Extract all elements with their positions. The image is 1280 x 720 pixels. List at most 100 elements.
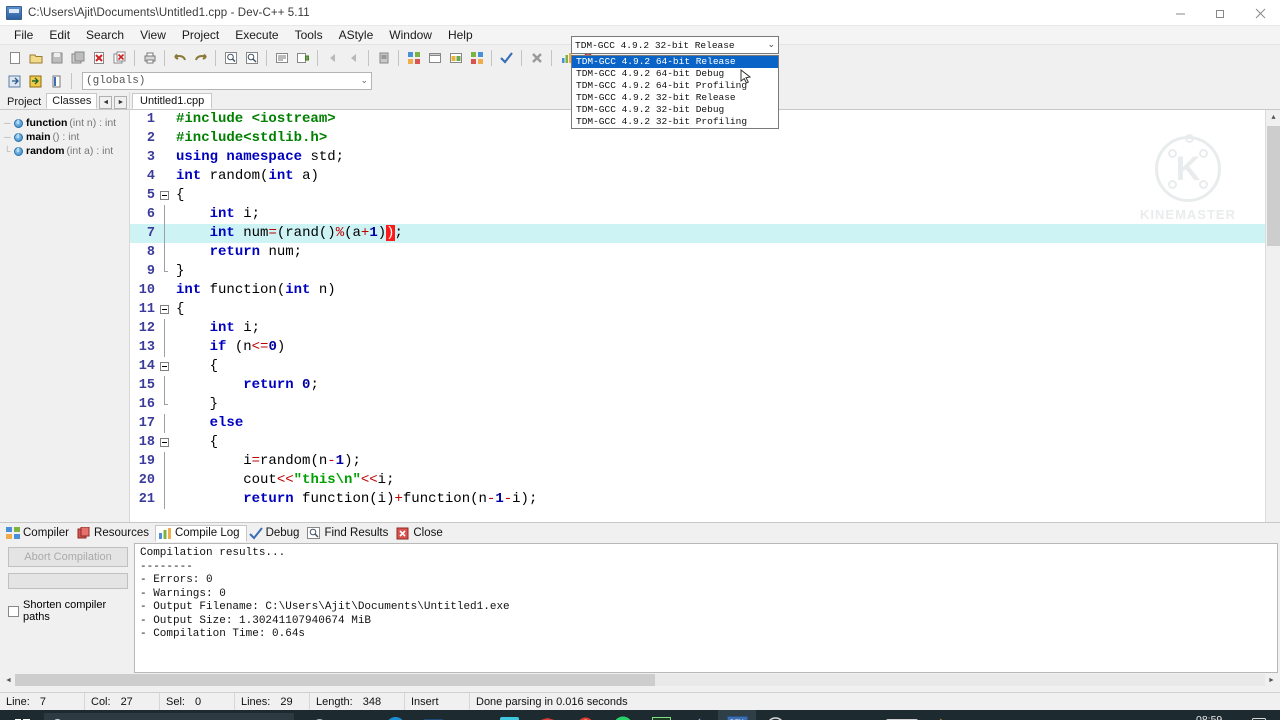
- compiler-selector-combo[interactable]: TDM-GCC 4.9.2 32-bit Release ⌄: [571, 36, 779, 54]
- rebuild-all-icon[interactable]: [467, 48, 486, 67]
- cortana-icon[interactable]: [300, 710, 338, 720]
- compile-and-run-icon[interactable]: [446, 48, 465, 67]
- mail-icon[interactable]: 4: [414, 710, 452, 720]
- menu-file[interactable]: File: [6, 27, 41, 43]
- menu-search[interactable]: Search: [78, 27, 132, 43]
- menu-tools[interactable]: Tools: [287, 27, 331, 43]
- menu-help[interactable]: Help: [440, 27, 481, 43]
- scroll-up-icon[interactable]: ▲: [1266, 110, 1280, 125]
- paint3d-icon[interactable]: [680, 710, 718, 720]
- devcpp-icon[interactable]: DEVC++: [718, 710, 756, 720]
- compiler-option-5[interactable]: TDM-GCC 4.9.2 32-bit Profiling: [572, 116, 778, 128]
- syntax-check-icon[interactable]: [497, 48, 516, 67]
- project-manager-icon[interactable]: [47, 72, 66, 91]
- menu-astyle[interactable]: AStyle: [331, 27, 382, 43]
- tab-classes[interactable]: Classes: [46, 93, 98, 109]
- scroll-left-icon[interactable]: ◄: [2, 674, 15, 686]
- compiler-option-4[interactable]: TDM-GCC 4.9.2 32-bit Debug: [572, 104, 778, 116]
- start-button[interactable]: [0, 710, 44, 720]
- maximize-button[interactable]: [1200, 0, 1240, 26]
- insert-snippet-icon[interactable]: [5, 72, 24, 91]
- antivirus-icon[interactable]: [528, 710, 566, 720]
- stop-execution-icon[interactable]: [527, 48, 546, 67]
- terminal-icon[interactable]: FC: [642, 710, 680, 720]
- editor-vertical-scrollbar[interactable]: ▲: [1265, 110, 1280, 522]
- save-all-icon[interactable]: [68, 48, 87, 67]
- minimize-button[interactable]: [1160, 0, 1200, 26]
- code-line[interactable]: 4 int random(int a): [130, 167, 1280, 186]
- taskbar-clock[interactable]: 08:59 10-01-2022: [1174, 714, 1244, 720]
- run-icon[interactable]: [425, 48, 444, 67]
- shorten-compiler-paths-row[interactable]: Shorten compiler paths: [8, 599, 130, 623]
- replace-icon[interactable]: [242, 48, 261, 67]
- obs-icon[interactable]: [756, 710, 794, 720]
- abort-compilation-button[interactable]: Abort Compilation: [8, 547, 128, 567]
- globals-combo[interactable]: (globals) ⌄: [82, 72, 372, 90]
- code-line[interactable]: 5{: [130, 186, 1280, 205]
- tab-scroll-next-icon[interactable]: ►: [114, 96, 128, 109]
- fold-marker[interactable]: [158, 186, 172, 205]
- toggle-bookmark-icon[interactable]: [374, 48, 393, 67]
- code-line[interactable]: 18 {: [130, 433, 1280, 452]
- code-line[interactable]: 15 return 0;: [130, 376, 1280, 395]
- whatsapp-icon[interactable]: [604, 710, 642, 720]
- edge-icon[interactable]: [376, 710, 414, 720]
- print-icon[interactable]: [140, 48, 159, 67]
- tab-resources[interactable]: Resources: [75, 526, 155, 541]
- scrollbar-thumb[interactable]: [1267, 126, 1280, 246]
- scroll-right-icon[interactable]: ►: [1265, 674, 1278, 686]
- tab-debug[interactable]: Debug: [247, 526, 306, 541]
- fold-marker[interactable]: [158, 433, 172, 452]
- back-icon[interactable]: [323, 48, 342, 67]
- forward-icon[interactable]: [344, 48, 363, 67]
- code-editor[interactable]: 1 #include <iostream> 2 #include<stdlib.h> 3…: [130, 110, 1280, 522]
- tab-compile-log[interactable]: Compile Log: [154, 524, 247, 542]
- menu-window[interactable]: Window: [381, 27, 440, 43]
- bottom-horizontal-scrollbar[interactable]: ◄ ►: [0, 673, 1280, 687]
- fold-marker[interactable]: [158, 300, 172, 319]
- goto-function-icon[interactable]: [293, 48, 312, 67]
- file-tab-untitled1[interactable]: Untitled1.cpp: [132, 93, 213, 109]
- close-file-icon[interactable]: [89, 48, 108, 67]
- find-icon[interactable]: [221, 48, 240, 67]
- compile-log-output[interactable]: Compilation results... -------- - Errors…: [134, 543, 1278, 673]
- close-all-icon[interactable]: [110, 48, 129, 67]
- tab-close-panel[interactable]: Close: [394, 526, 448, 541]
- code-line[interactable]: 7 int num=(rand()%(a+1));: [130, 224, 1280, 243]
- compiler-option-3[interactable]: TDM-GCC 4.9.2 32-bit Release: [572, 92, 778, 104]
- task-view-icon[interactable]: [338, 710, 376, 720]
- code-line[interactable]: 8 return num;: [130, 243, 1280, 262]
- code-line[interactable]: 14 {: [130, 357, 1280, 376]
- new-file-icon[interactable]: [5, 48, 24, 67]
- toggle-breakpoint-icon[interactable]: [26, 72, 45, 91]
- tab-find-results[interactable]: Find Results: [305, 526, 394, 541]
- open-file-icon[interactable]: [26, 48, 45, 67]
- code-line[interactable]: 20 cout<<"this\n"<<i;: [130, 471, 1280, 490]
- tab-compiler[interactable]: Compiler: [4, 526, 75, 541]
- code-line[interactable]: 16 }: [130, 395, 1280, 414]
- code-line[interactable]: 10 int function(int n): [130, 281, 1280, 300]
- tab-scroll-prev-icon[interactable]: ◄: [99, 96, 113, 109]
- code-line[interactable]: 11 {: [130, 300, 1280, 319]
- opera-icon[interactable]: [566, 710, 604, 720]
- lightroom-icon[interactable]: L: [490, 710, 528, 720]
- code-line[interactable]: 3 using namespace std;: [130, 148, 1280, 167]
- code-line[interactable]: 9}: [130, 262, 1280, 281]
- shorten-compiler-paths-checkbox[interactable]: [8, 605, 19, 617]
- taskbar-search-input[interactable]: Type here to search: [44, 713, 294, 720]
- file-explorer-icon[interactable]: [452, 710, 490, 720]
- tree-item-main[interactable]: ─ main () : int: [4, 130, 129, 144]
- menu-edit[interactable]: Edit: [41, 27, 78, 43]
- code-line[interactable]: 21 return function(i)+function(n-1-i);: [130, 490, 1280, 509]
- goto-line-icon[interactable]: [272, 48, 291, 67]
- code-line[interactable]: 17 else: [130, 414, 1280, 433]
- code-line[interactable]: 12 int i;: [130, 319, 1280, 338]
- code-line[interactable]: 2 #include<stdlib.h>: [130, 129, 1280, 148]
- menu-project[interactable]: Project: [174, 27, 227, 43]
- compiler-dropdown-list[interactable]: TDM-GCC 4.9.2 64-bit Release TDM-GCC 4.9…: [571, 55, 779, 129]
- undo-icon[interactable]: [170, 48, 189, 67]
- hscroll-thumb[interactable]: [15, 674, 655, 686]
- tree-item-function[interactable]: ─ function (int n) : int: [4, 116, 129, 130]
- code-line[interactable]: 6 int i;: [130, 205, 1280, 224]
- close-button[interactable]: [1240, 0, 1280, 26]
